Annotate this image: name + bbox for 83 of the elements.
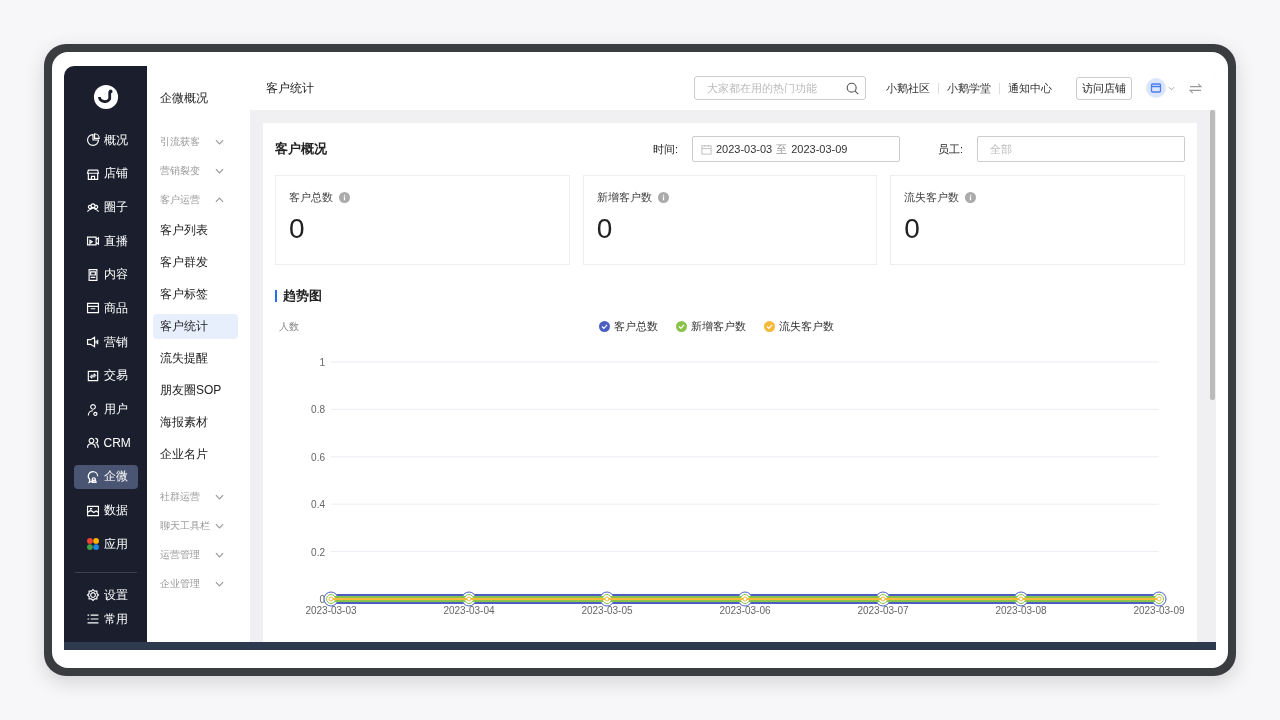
stat-value: 0	[904, 213, 921, 245]
header-link[interactable]: 通知中心	[1008, 80, 1052, 96]
nav-item[interactable]: 数据	[73, 498, 138, 523]
search-field[interactable]: 大家都在用的热门功能	[694, 76, 866, 100]
tick-label: 2023-03-07	[857, 605, 909, 616]
tick-label: 2023-03-09	[1133, 605, 1185, 616]
nav-icon	[85, 166, 100, 181]
legend-item[interactable]: 流失客户数	[764, 319, 834, 334]
axis-label: 人数	[278, 319, 300, 334]
nav-item[interactable]: 内容	[73, 262, 138, 287]
nav-icon	[85, 267, 100, 282]
nav-item[interactable]: 圈子	[73, 195, 138, 220]
nav-icon	[85, 200, 100, 215]
legend-item[interactable]: 客户总数	[599, 319, 658, 334]
header-link[interactable]: 小鹅学堂	[947, 80, 991, 96]
nav-icon	[85, 335, 100, 350]
tick-label: 0.6	[311, 451, 325, 463]
nav-item[interactable]: 概况	[73, 128, 138, 152]
settings-icon	[85, 588, 100, 603]
info-icon[interactable]	[339, 192, 350, 203]
nav-item[interactable]: 直播	[73, 229, 138, 254]
nav-item[interactable]: 应用	[73, 532, 138, 557]
submenu-item[interactable]: 流失提醒	[153, 346, 238, 371]
tick-label: 0.8	[311, 404, 325, 416]
date-range-field[interactable]: 2023-03-03 至 2023-03-09	[691, 136, 900, 162]
tick-label: 1	[319, 357, 325, 368]
tick-label: 0	[319, 594, 325, 605]
stat-label: 新增客户数	[596, 190, 652, 205]
nav-item[interactable]: 设置	[73, 583, 138, 608]
nav-icon	[85, 133, 100, 147]
legend-item[interactable]: 新增客户数	[676, 319, 746, 334]
section-title: 趋势图	[283, 287, 322, 305]
list-icon	[85, 612, 100, 627]
nav-icon	[85, 436, 100, 451]
visit-store-button[interactable]: 访问店铺	[1076, 76, 1132, 100]
tick-label: 2023-03-03	[305, 605, 357, 616]
stat-label: 客户总数	[289, 190, 333, 205]
info-icon[interactable]	[965, 192, 977, 203]
time-label: 时间:	[652, 141, 678, 157]
stat-label: 流失客户数	[904, 190, 960, 205]
page-title: 客户统计	[266, 79, 314, 97]
caret-icon[interactable]	[1168, 85, 1175, 91]
calendar-icon	[700, 143, 712, 155]
submenu-item[interactable]: 企业名片	[153, 442, 238, 467]
nav-item[interactable]: 交易	[73, 363, 138, 388]
nav-item[interactable]: 店铺	[73, 161, 138, 186]
submenu-item[interactable]: 客户统计	[153, 314, 238, 339]
info-icon[interactable]	[657, 192, 669, 203]
swap-icon[interactable]	[1189, 82, 1202, 94]
submenu-item[interactable]: 朋友圈SOP	[153, 378, 238, 403]
nav-item[interactable]: 常用	[73, 607, 138, 632]
section-title: 客户概况	[275, 140, 327, 158]
header-link[interactable]: 小鹅社区	[886, 80, 930, 96]
nav-item[interactable]: 企微	[73, 464, 138, 489]
tick-label: 0.2	[311, 546, 325, 558]
submenu-item[interactable]: 客户列表	[153, 218, 238, 243]
nav-item[interactable]: 商品	[73, 296, 138, 321]
search-icon	[846, 82, 859, 95]
submenu-item[interactable]: 客户标签	[153, 282, 238, 307]
tick-label: 2023-03-05	[581, 605, 633, 616]
nav-item[interactable]: CRM	[73, 431, 138, 456]
shop-avatar-icon[interactable]	[1146, 78, 1166, 98]
stat-value: 0	[596, 213, 614, 245]
nav-item[interactable]: 营销	[73, 330, 138, 355]
tick-label: 2023-03-04	[443, 605, 495, 616]
nav-icon	[85, 301, 100, 316]
staff-select[interactable]: 全部	[977, 136, 1185, 162]
submenu-item[interactable]: 企微概况	[153, 86, 238, 111]
tick-label: 2023-03-06	[719, 605, 771, 616]
apps-icon	[85, 537, 100, 552]
submenu-item[interactable]: 海报素材	[153, 410, 238, 435]
nav-icon	[85, 234, 100, 249]
tick-label: 2023-03-08	[995, 605, 1047, 616]
nav-icon	[85, 402, 100, 417]
nav-icon	[85, 469, 100, 484]
logo-icon	[92, 84, 119, 110]
nav-item[interactable]: 用户	[73, 397, 138, 422]
nav-icon	[85, 503, 100, 518]
stat-value: 0	[289, 213, 306, 245]
tick-label: 0.4	[311, 499, 325, 511]
nav-icon	[85, 368, 100, 383]
submenu-item[interactable]: 客户群发	[153, 250, 238, 275]
staff-label: 员工:	[937, 141, 963, 157]
